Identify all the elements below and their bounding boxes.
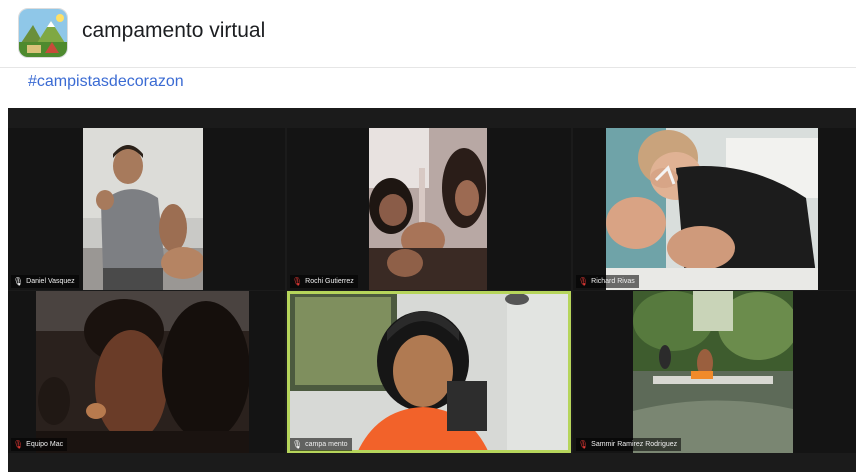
microphone-muted-icon: 🎙 (578, 440, 589, 449)
participant-name: Rochi Gutierrez (305, 278, 354, 285)
page-title[interactable]: campamento virtual (82, 19, 265, 43)
participant-nameplate: 🎙 Sammir Ramirez Rodriguez (576, 438, 682, 451)
microphone-icon: 🎙 (292, 440, 303, 449)
participant-name: Sammir Ramirez Rodriguez (591, 441, 678, 448)
participant-name: Daniel Vasquez (26, 278, 75, 285)
participant-video (287, 291, 571, 453)
microphone-muted-icon: 🎙 (13, 440, 24, 449)
participant-video (606, 128, 818, 290)
participant-video (83, 128, 203, 290)
participant-tile[interactable]: 🎙 Sammir Ramirez Rodriguez (573, 291, 856, 453)
participant-tile[interactable]: 🎙 Rochi Gutierrez (287, 128, 571, 290)
participant-name: Equipo Mac (26, 441, 64, 448)
participant-name: campa mento (305, 441, 348, 448)
video-gallery: 🎙 Daniel Vasquez 🎙 Rochi Gutierrez 🎙 Ric… (8, 108, 856, 472)
participant-tile[interactable]: 🎙 Daniel Vasquez (8, 128, 285, 290)
participant-nameplate: 🎙 Richard Rivas (576, 275, 639, 288)
participant-video (369, 128, 487, 290)
page-avatar[interactable] (18, 8, 68, 58)
microphone-icon: 🎙 (13, 277, 24, 286)
participant-tile-active-speaker[interactable]: 🎙 campa mento (287, 291, 571, 453)
participant-tile[interactable]: 🎙 Richard Rivas (573, 128, 856, 290)
participant-video (36, 291, 249, 453)
participant-nameplate: 🎙 campa mento (290, 438, 352, 451)
microphone-muted-icon: 🎙 (292, 277, 303, 286)
participant-video (633, 291, 793, 453)
participant-tile[interactable]: 🎙 Equipo Mac (8, 291, 285, 453)
hashtag-link[interactable]: #campistasdecorazon (28, 73, 184, 91)
participant-nameplate: 🎙 Equipo Mac (11, 438, 68, 451)
participant-nameplate: 🎙 Daniel Vasquez (11, 275, 79, 288)
campsite-logo-icon (19, 9, 67, 57)
participant-name: Richard Rivas (591, 278, 635, 285)
participant-nameplate: 🎙 Rochi Gutierrez (290, 275, 358, 288)
post-header: campamento virtual (0, 0, 856, 68)
microphone-muted-icon: 🎙 (578, 277, 589, 286)
